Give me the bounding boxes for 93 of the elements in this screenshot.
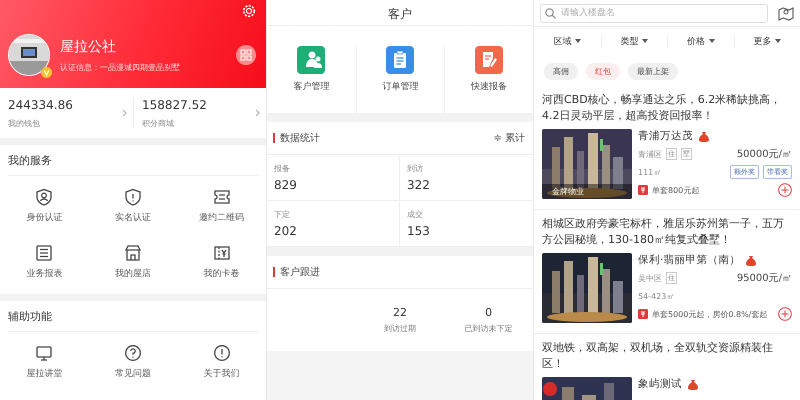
listing-title: 河西CBD核心，畅享通达之乐，6.2米稀缺挑高，4.2日灵动平层，超高投资回报率！ — [542, 92, 782, 124]
page-title: 客户 — [267, 0, 533, 26]
rebate-icon — [638, 185, 648, 195]
service-item[interactable]: 屋拉讲堂 — [0, 332, 89, 388]
service-item[interactable]: 邀约二维码 — [177, 176, 266, 232]
shop-icon — [124, 244, 142, 262]
service-label: 常见问题 — [114, 368, 151, 380]
settings-icon[interactable] — [242, 4, 256, 18]
ticket-icon — [212, 188, 231, 206]
service-label: 屋拉讲堂 — [26, 368, 62, 380]
qr-code-icon[interactable] — [236, 45, 256, 65]
shortcut-label: 订单管理 — [382, 80, 418, 93]
service-label: 我的屋店 — [114, 268, 151, 280]
shield-icon — [35, 188, 54, 206]
certification-text: 认证信息：一品漫城四期壹品别墅 — [60, 62, 181, 72]
add-icon[interactable] — [778, 183, 792, 197]
stat-label: 成交 — [407, 209, 424, 220]
monitor-icon — [35, 344, 54, 362]
caret-icon — [708, 39, 715, 43]
chevron-icon — [122, 109, 127, 117]
filter-dropdown[interactable]: 更多 — [734, 34, 800, 48]
stat-value: 829 — [274, 178, 298, 192]
chevron-icon — [255, 109, 260, 117]
service-label: 实名认证 — [114, 212, 151, 224]
rebate-text: 单套800元起 — [652, 184, 700, 196]
listing-title: 相城区政府旁豪宅标杆，雅居乐苏州第一子，五万方公园秘境，130-180㎡纯复式叠墅！ — [542, 216, 785, 248]
filter-dropdown[interactable]: 类型 — [600, 34, 667, 48]
profile-name: 屋拉公社 — [60, 38, 117, 56]
shortcut-item[interactable]: 快速报备 — [444, 46, 533, 113]
caret-icon — [775, 39, 782, 43]
filter-dropdown[interactable]: 价格 — [667, 34, 734, 48]
coupon-icon — [212, 244, 231, 262]
caret-icon — [575, 39, 582, 43]
price-text: 50000元/㎡ — [736, 148, 792, 161]
total-toggle[interactable]: ≑ 累计 — [493, 131, 525, 145]
search-field[interactable]: 请输入楼盘名 — [540, 4, 768, 22]
shortcut-item[interactable]: 客户管理 — [267, 46, 356, 113]
section-title: 客户跟进 — [280, 266, 320, 279]
map-pin-icon[interactable] — [778, 5, 794, 21]
rebate-text: 单套5000元起，房价0.8%/套起 — [652, 308, 768, 320]
service-label: 业务报表 — [26, 268, 62, 280]
service-item[interactable]: 我的屋店 — [88, 232, 178, 288]
report-icon — [35, 244, 54, 262]
wallet-amount: 244334.86 — [8, 98, 73, 112]
shortcut-label: 快速报备 — [471, 80, 508, 93]
shield-icon — [124, 188, 142, 206]
service-item[interactable]: 实名认证 — [88, 176, 178, 232]
wallet-label: 积分商城 — [142, 118, 175, 128]
accent-bar — [273, 133, 275, 143]
service-item[interactable]: 常见问题 — [88, 332, 178, 388]
shortcut-item[interactable]: 订单管理 — [356, 46, 444, 113]
wallet-amount: 158827.52 — [142, 98, 207, 112]
property-name[interactable]: 保利·翡丽甲第（南） — [638, 253, 740, 267]
service-item[interactable]: 业务报表 — [0, 232, 89, 288]
image-caption: 金牌物业 — [542, 184, 632, 199]
stat-label: 报备 — [274, 163, 291, 174]
service-label: 关于我们 — [204, 368, 240, 380]
section-title: 数据统计 — [280, 132, 320, 145]
accent-bar — [273, 267, 275, 277]
stat-label: 下定 — [274, 209, 291, 220]
filter-chip[interactable]: 红包 — [586, 63, 620, 80]
question-icon — [124, 344, 142, 362]
wallet-label: 我的钱包 — [8, 118, 41, 128]
section-title: 辅助功能 — [8, 301, 258, 332]
follow-item[interactable]: 22 到访过期 — [356, 306, 444, 334]
district-text: 青浦区 — [638, 148, 662, 160]
price-text: 95000元/㎡ — [736, 272, 792, 285]
filter-chip[interactable]: 最新上架 — [628, 63, 678, 80]
rebate-icon — [638, 309, 648, 319]
stat-value: 153 — [407, 224, 431, 238]
filter-dropdown[interactable]: 区域 — [534, 34, 600, 48]
service-item[interactable]: 我的卡卷 — [177, 232, 266, 288]
service-label: 我的卡卷 — [204, 268, 240, 280]
service-item[interactable]: 身份认证 — [0, 176, 89, 232]
caret-icon — [642, 39, 648, 43]
property-name[interactable]: 象屿测试 — [638, 377, 682, 391]
area-text: 111㎡ — [638, 166, 662, 178]
property-name[interactable]: 青浦万达茂 — [638, 129, 693, 143]
service-item[interactable]: 关于我们 — [177, 332, 266, 388]
section-title: 我的服务 — [8, 145, 258, 176]
follow-item[interactable]: 0 已到访未下定 — [444, 306, 533, 334]
service-label: 邀约二维码 — [199, 212, 244, 224]
info-icon — [212, 344, 231, 362]
service-label: 身份认证 — [26, 212, 62, 224]
listing-title: 双地铁，双高架，双机场，全双轨交资源精装住区！ — [542, 340, 774, 372]
add-icon[interactable] — [778, 307, 792, 321]
stat-value: 322 — [407, 178, 431, 192]
shortcut-label: 客户管理 — [293, 80, 330, 93]
stat-label: 到访 — [407, 163, 424, 174]
area-text: 54-423㎡ — [638, 290, 674, 302]
filter-chip[interactable]: 高佣 — [544, 63, 578, 80]
district-text: 吴中区 — [638, 272, 662, 284]
stat-value: 202 — [274, 224, 298, 238]
